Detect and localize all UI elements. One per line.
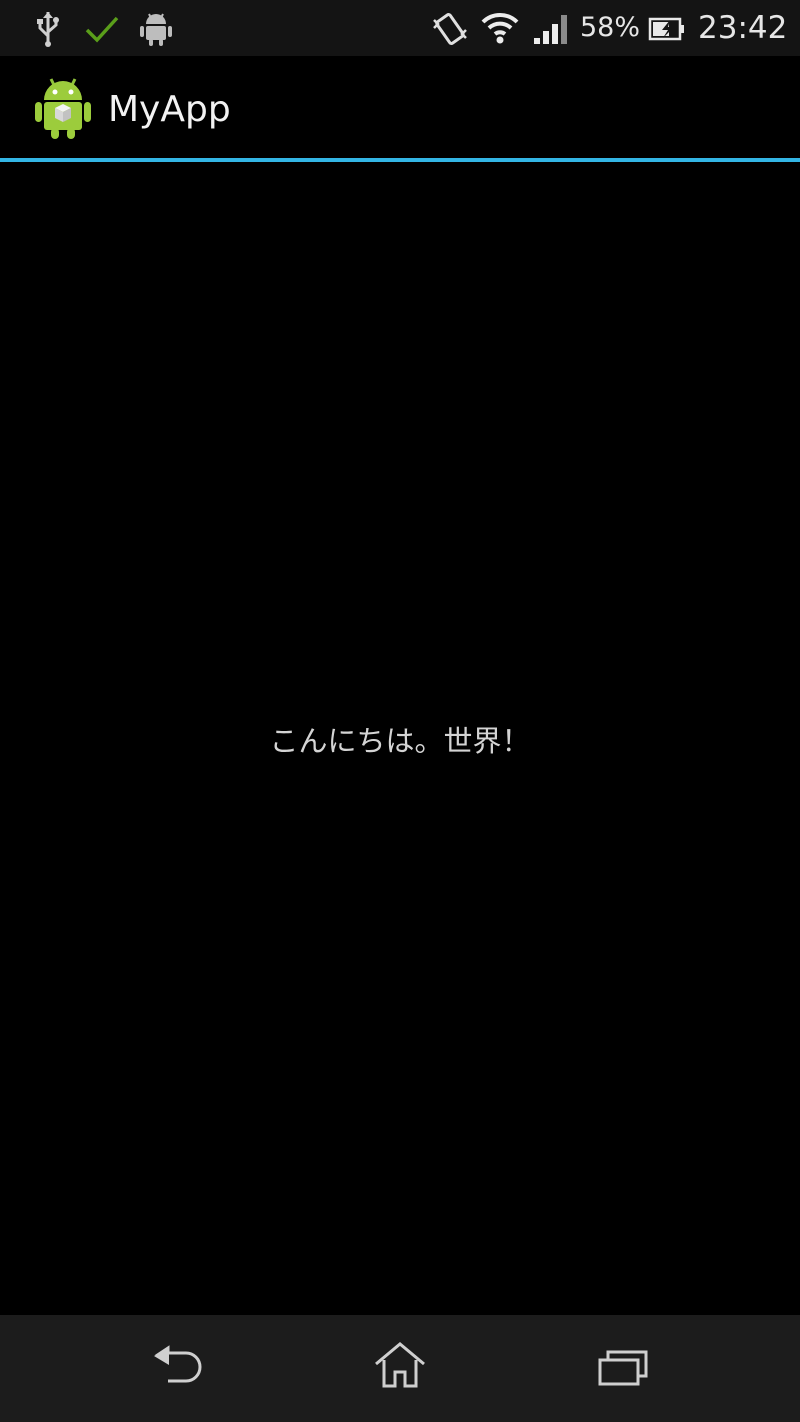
android-app-icon[interactable] [34,76,92,140]
vibrate-icon [433,13,467,45]
usb-icon [37,12,59,47]
signal-icon [534,15,567,44]
clock-time: 23:42 [698,10,788,46]
battery-charging-icon [648,17,684,41]
back-icon[interactable] [148,1340,208,1400]
status-bar: 58% 23:42 [0,0,800,56]
android-notification-icon [140,13,172,46]
hello-world-text: こんにちは。世界！ [269,724,531,758]
app-title: MyApp [108,89,231,130]
battery-percent: 58% [580,12,641,43]
check-icon [85,16,119,43]
wifi-icon [481,12,519,44]
home-icon[interactable] [370,1336,430,1396]
recent-apps-icon[interactable] [592,1340,652,1400]
